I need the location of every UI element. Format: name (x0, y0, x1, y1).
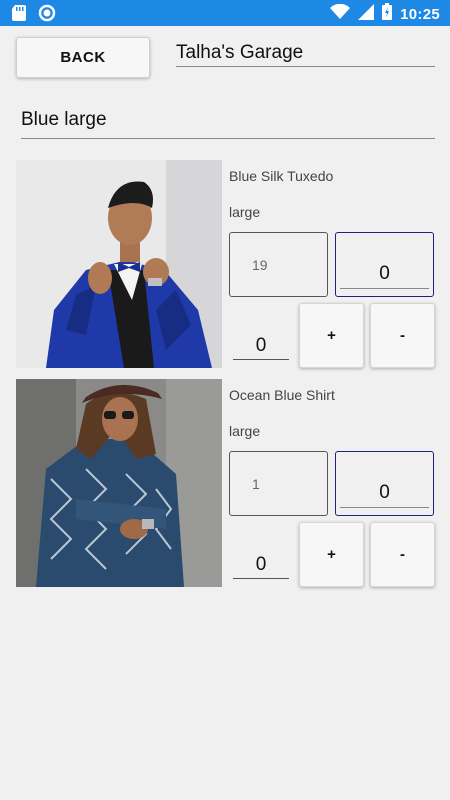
quantity-box[interactable]: 0 (335, 232, 434, 297)
quantity-input[interactable]: 0 (340, 261, 429, 289)
status-bar: 10:25 (0, 0, 450, 26)
stock-box: 19 (229, 232, 328, 297)
count-input[interactable]: 0 (233, 333, 289, 360)
wifi-icon (330, 3, 351, 25)
decrement-button[interactable]: - (370, 303, 435, 368)
stock-value: 1 (252, 476, 260, 492)
product-name: Ocean Blue Shirt (229, 387, 335, 403)
store-name-field[interactable]: Talha's Garage (176, 40, 435, 67)
circle-icon (38, 4, 56, 27)
clock: 10:25 (400, 5, 440, 23)
product-image (16, 379, 222, 587)
stock-value: 19 (252, 257, 268, 273)
product-card: Ocean Blue Shirt large 1 0 0 + - (16, 379, 436, 587)
signal-icon (358, 3, 375, 25)
product-size: large (229, 423, 261, 439)
product-name: Blue Silk Tuxedo (229, 168, 334, 184)
product-size: large (229, 204, 261, 220)
decrement-button[interactable]: - (370, 522, 435, 587)
stock-box: 1 (229, 451, 328, 516)
increment-button[interactable]: + (299, 522, 364, 587)
quantity-box[interactable]: 0 (335, 451, 434, 516)
increment-button[interactable]: + (299, 303, 364, 368)
product-image (16, 160, 222, 368)
back-button[interactable]: BACK (16, 37, 150, 78)
search-input[interactable]: Blue large (21, 106, 435, 139)
sd-card-icon (12, 5, 26, 26)
count-input[interactable]: 0 (233, 552, 289, 579)
battery-icon (382, 3, 393, 25)
quantity-input[interactable]: 0 (340, 480, 429, 508)
product-card: Blue Silk Tuxedo large 19 0 0 + - (16, 160, 436, 368)
